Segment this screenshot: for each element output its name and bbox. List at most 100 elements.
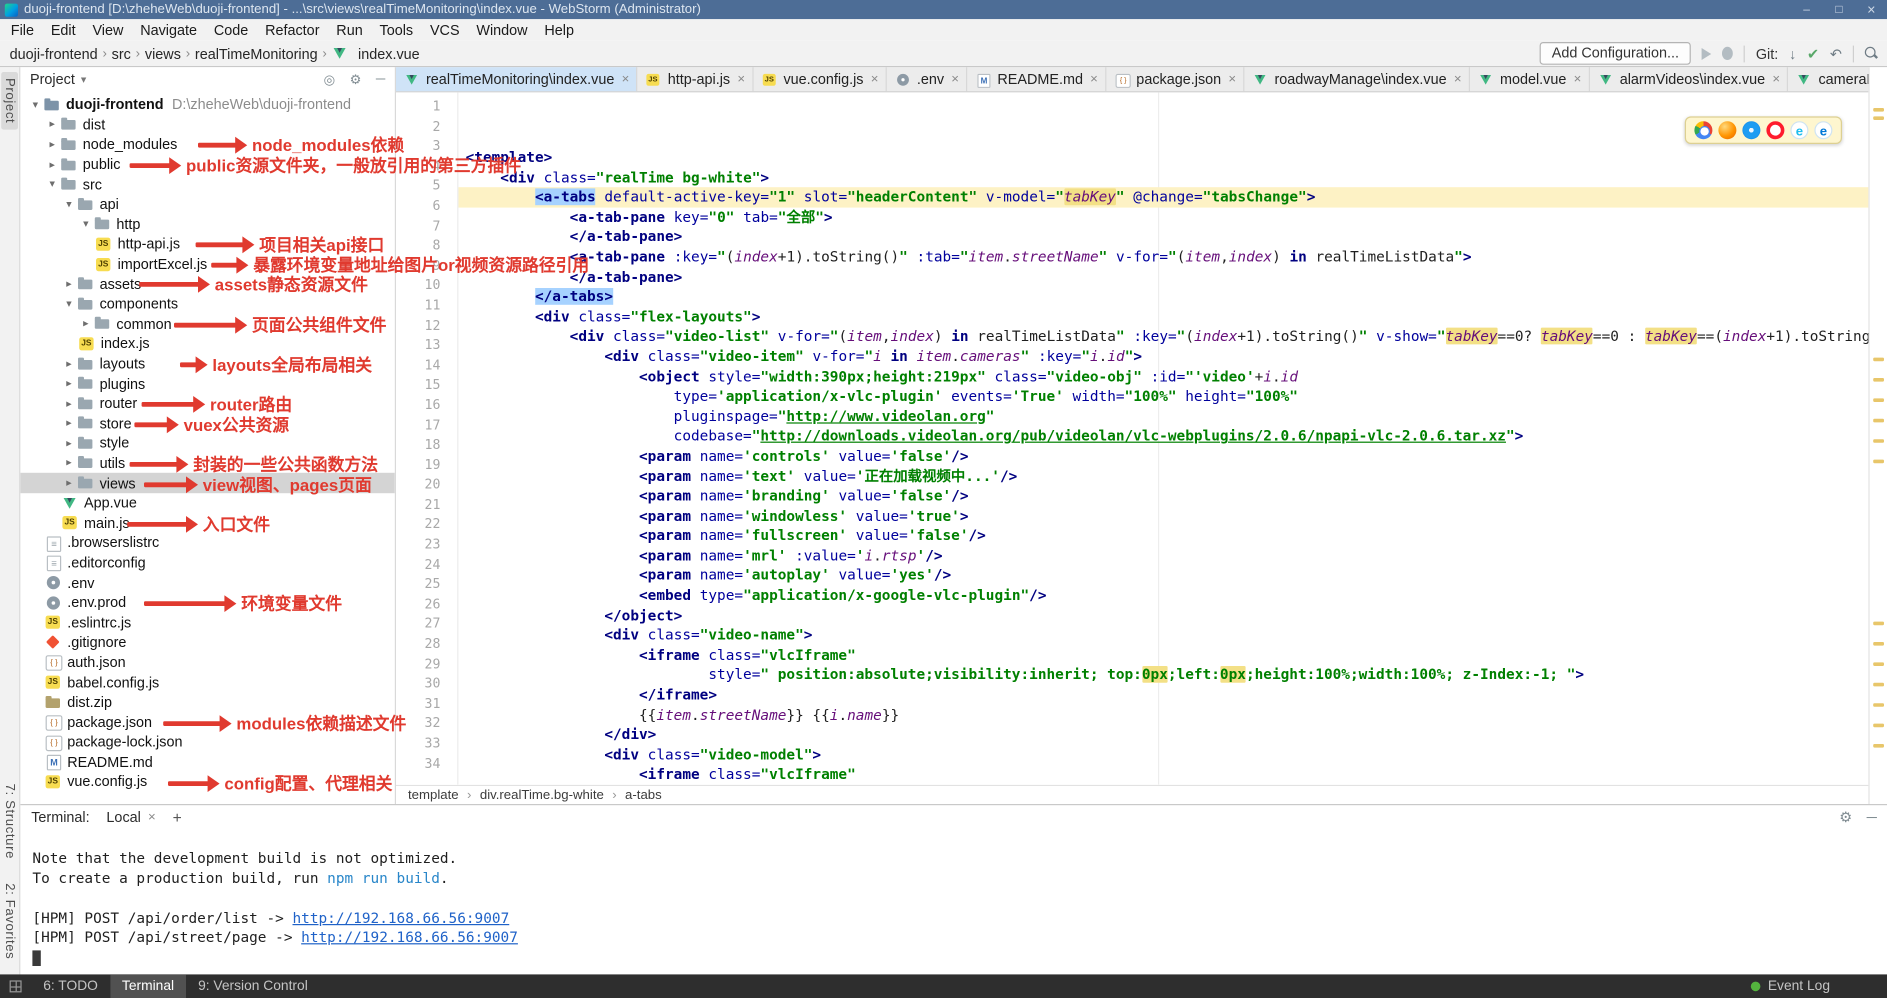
- code-line[interactable]: codebase="http://downloads.videolan.org/…: [458, 426, 1868, 446]
- code-line[interactable]: {{item.streetName}} {{i.name}}: [458, 705, 1868, 725]
- code-line[interactable]: <div class="video-model">: [458, 745, 1868, 765]
- breadcrumb-item-views[interactable]: views: [145, 45, 181, 62]
- editor-breadcrumb-template[interactable]: template: [408, 788, 459, 802]
- tool-stripe-project[interactable]: Project: [1, 72, 18, 129]
- opera-browser-icon[interactable]: [1766, 121, 1784, 139]
- chevron-right-icon[interactable]: ▸: [61, 277, 77, 290]
- tree-item-dist[interactable]: ▸dist: [20, 115, 394, 135]
- tree-item--env[interactable]: .env: [20, 573, 394, 593]
- code-line[interactable]: <a-tab-pane key="0" tab="全部">: [458, 207, 1868, 227]
- stripe-mark-icon[interactable]: [1873, 744, 1884, 748]
- stripe-mark-icon[interactable]: [1873, 703, 1884, 707]
- tree-item-babel-config-js[interactable]: babel.config.js: [20, 672, 394, 692]
- code-line[interactable]: </iframe>: [458, 685, 1868, 705]
- menu-edit[interactable]: Edit: [42, 22, 84, 39]
- code-line[interactable]: <param name='fullscreen' value='false'/>: [458, 526, 1868, 546]
- tree-item-auth-json[interactable]: auth.json: [20, 652, 394, 672]
- terminal-minimize-icon[interactable]: ─: [1867, 809, 1877, 826]
- tree-item--editorconfig[interactable]: .editorconfig: [20, 553, 394, 573]
- tool-stripe-favorites[interactable]: 2: Favorites: [1, 877, 18, 965]
- editor-breadcrumb-div-realTime-bg-white[interactable]: div.realTime.bg-white: [480, 788, 604, 802]
- menu-window[interactable]: Window: [468, 22, 536, 39]
- chevron-right-icon[interactable]: ▸: [78, 317, 94, 330]
- stripe-mark-icon[interactable]: [1873, 642, 1884, 646]
- breadcrumb-item-realTimeMonitoring[interactable]: realTimeMonitoring: [195, 45, 318, 62]
- tree-item-plugins[interactable]: ▸plugins: [20, 374, 394, 394]
- close-icon[interactable]: ×: [622, 72, 630, 86]
- code-line[interactable]: <param name='mrl' :value='i.rtsp'/>: [458, 546, 1868, 566]
- stripe-mark-icon[interactable]: [1873, 683, 1884, 687]
- stripe-mark-icon[interactable]: [1873, 662, 1884, 666]
- git-history-icon[interactable]: ↶: [1830, 46, 1842, 60]
- tab-realTimeMonitoring-index-vue[interactable]: realTimeMonitoring\index.vue×: [396, 67, 638, 91]
- code-line[interactable]: </a-tabs>: [458, 287, 1868, 307]
- tree-item--eslintrc-js[interactable]: .eslintrc.js: [20, 613, 394, 633]
- code-line[interactable]: <div class="video-list" v-for="(item,ind…: [458, 327, 1868, 347]
- tree-item-package-lock-json[interactable]: package-lock.json: [20, 732, 394, 752]
- chevron-down-icon[interactable]: ▾: [78, 218, 94, 231]
- tab-http-api-js[interactable]: http-api.js×: [638, 67, 754, 91]
- code-area[interactable]: <template> <div class="realTime bg-white…: [458, 92, 1868, 784]
- menu-code[interactable]: Code: [205, 22, 256, 39]
- code-line[interactable]: <param name='text' value='正在加载视频中...'/>: [458, 466, 1868, 486]
- tree-item--gitignore[interactable]: .gitignore: [20, 632, 394, 652]
- status-9-version-control[interactable]: 9: Version Control: [186, 974, 320, 998]
- tab-vue-config-js[interactable]: vue.config.js×: [753, 67, 886, 91]
- firefox-browser-icon[interactable]: [1718, 121, 1736, 139]
- chevron-right-icon[interactable]: ▸: [61, 476, 77, 489]
- menu-vcs[interactable]: VCS: [422, 22, 468, 39]
- error-stripe[interactable]: [1868, 67, 1887, 804]
- tab-package-json[interactable]: package.json×: [1106, 67, 1244, 91]
- tree-item-layouts[interactable]: ▸layouts: [20, 354, 394, 374]
- code-line[interactable]: pluginspage="http://www.videolan.org": [458, 406, 1868, 426]
- tree-item--browserslistrc[interactable]: .browserslistrc: [20, 533, 394, 553]
- code-line[interactable]: <object style="width:390px;height:219px"…: [458, 367, 1868, 387]
- tree-item-http[interactable]: ▾http: [20, 214, 394, 234]
- editor[interactable]: 1234567891011121314151617181920212223242…: [396, 92, 1868, 784]
- chevron-right-icon[interactable]: ▸: [61, 377, 77, 390]
- stripe-mark-icon[interactable]: [1873, 378, 1884, 382]
- chevron-right-icon[interactable]: ▸: [61, 437, 77, 450]
- stripe-mark-icon[interactable]: [1873, 116, 1884, 120]
- tree-item-store[interactable]: ▸store: [20, 413, 394, 433]
- code-line[interactable]: type='application/x-vlc-plugin' events='…: [458, 387, 1868, 407]
- editor-breadcrumb-a-tabs[interactable]: a-tabs: [625, 788, 662, 802]
- project-panel-title[interactable]: Project: [30, 71, 75, 88]
- minimize-button[interactable]: –: [1790, 0, 1822, 19]
- breadcrumb-item-index-vue[interactable]: index.vue: [332, 45, 420, 62]
- maximize-button[interactable]: □: [1823, 0, 1855, 19]
- settings-gear-icon[interactable]: ⚙: [350, 71, 362, 87]
- close-icon[interactable]: ×: [1454, 72, 1462, 86]
- chevron-right-icon[interactable]: ▸: [61, 397, 77, 410]
- tree-item-http-api-js[interactable]: http-api.js: [20, 234, 394, 254]
- tree-item-assets[interactable]: ▸assets: [20, 274, 394, 294]
- ie-browser-icon[interactable]: [1790, 121, 1808, 139]
- code-line[interactable]: </div>: [458, 725, 1868, 745]
- tree-item-index-js[interactable]: index.js: [20, 334, 394, 354]
- chevron-right-icon[interactable]: ▸: [61, 357, 77, 370]
- safari-browser-icon[interactable]: [1742, 121, 1760, 139]
- close-icon[interactable]: ×: [1574, 72, 1582, 86]
- add-configuration-button[interactable]: Add Configuration...: [1540, 42, 1691, 65]
- tree-item-package-json[interactable]: package.json: [20, 712, 394, 732]
- code-line[interactable]: <div class="flex-layouts">: [458, 307, 1868, 327]
- tree-item-duoji-frontend[interactable]: ▾duoji-frontendD:\zheheWeb\duoji-fronten…: [20, 95, 394, 115]
- stripe-mark-icon[interactable]: [1873, 439, 1884, 443]
- menu-view[interactable]: View: [84, 22, 132, 39]
- menu-file[interactable]: File: [2, 22, 42, 39]
- chevron-down-icon[interactable]: ▾: [61, 198, 77, 211]
- terminal-tab-local[interactable]: Local ×: [102, 809, 161, 826]
- tree-item-dist-zip[interactable]: dist.zip: [20, 692, 394, 712]
- terminal-output[interactable]: Note that the development build is not o…: [20, 829, 1887, 974]
- stripe-mark-icon[interactable]: [1873, 460, 1884, 464]
- breadcrumb-item-src[interactable]: src: [112, 45, 131, 62]
- stripe-mark-icon[interactable]: [1873, 419, 1884, 423]
- locate-file-icon[interactable]: ◎: [324, 71, 336, 87]
- chevron-down-icon[interactable]: ▾: [28, 98, 44, 111]
- chevron-right-icon[interactable]: ▸: [44, 118, 60, 131]
- code-line[interactable]: <a-tab-pane :key="(index+1).toString()" …: [458, 247, 1868, 267]
- tree-item-common[interactable]: ▸common: [20, 314, 394, 334]
- hide-panel-icon[interactable]: ─: [376, 71, 385, 87]
- new-terminal-session-button[interactable]: +: [173, 808, 182, 826]
- close-icon[interactable]: ×: [951, 72, 959, 86]
